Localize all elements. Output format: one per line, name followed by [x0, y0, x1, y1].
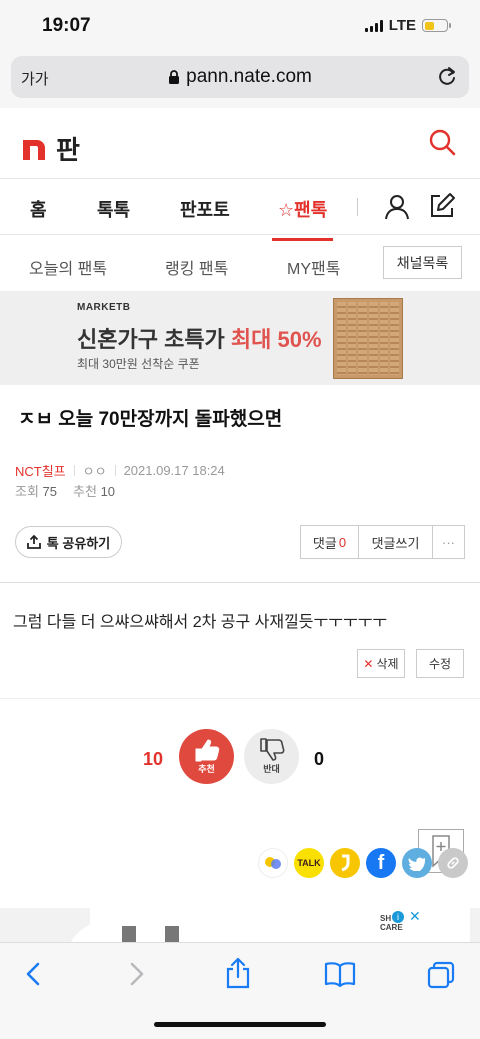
bottom-ad[interactable]: SH CARE i ✕	[0, 908, 480, 942]
nate-logo-icon	[23, 139, 45, 160]
divider	[0, 582, 480, 583]
x-icon: ✕	[363, 656, 374, 671]
search-icon[interactable]	[428, 128, 456, 156]
nav-panphoto[interactable]: 판포토	[180, 196, 230, 222]
browser-address-area: 가가 pann.nate.com	[0, 52, 480, 108]
kakaostory-share-icon[interactable]	[330, 848, 360, 878]
edit-button[interactable]: 수정	[416, 649, 464, 678]
comments-button[interactable]: 댓글 0	[301, 526, 359, 558]
post-title: ㅈㅂ 오늘 70만장까지 돌파했으면	[18, 409, 283, 430]
recommend-stat: 추천 10	[73, 484, 116, 499]
post-date: 2021.09.17 18:24	[123, 463, 225, 478]
write-icon[interactable]	[428, 192, 456, 220]
reload-icon[interactable]	[436, 65, 458, 87]
nav-home[interactable]: 홈	[30, 196, 47, 222]
back-icon[interactable]	[24, 961, 44, 987]
post-stats: 조회 75 추천 10	[15, 481, 115, 500]
url-text: pann.nate.com	[186, 66, 312, 87]
user-icon[interactable]	[384, 193, 410, 221]
meta-divider	[114, 465, 116, 476]
adchoices-icon[interactable]: i	[392, 911, 404, 923]
address-bar[interactable]: 가가 pann.nate.com	[11, 56, 469, 98]
delete-button[interactable]: ✕ 삭제	[357, 649, 405, 678]
logo-text: 판	[56, 135, 80, 165]
thumbs-up-icon	[195, 739, 219, 762]
link-share-icon[interactable]	[438, 848, 468, 878]
ad-close-icon[interactable]: ✕	[409, 908, 421, 925]
facebook-share-icon[interactable]: f	[366, 848, 396, 878]
thumbs-down-icon	[259, 738, 284, 761]
text-size-button[interactable]: 가가	[21, 68, 49, 89]
tabs-icon[interactable]	[426, 961, 456, 989]
url-display[interactable]: pann.nate.com	[168, 66, 312, 88]
comment-button-group: 댓글 0 댓글쓰기 ···	[300, 525, 465, 559]
downvote-button[interactable]: 반대	[244, 729, 299, 784]
home-indicator	[154, 1022, 326, 1027]
upvote-count: 10	[143, 749, 164, 769]
ad-headline: 신혼가구 초특가 최대 50%	[77, 322, 322, 354]
delete-label: 삭제	[376, 657, 399, 671]
channel-list-button[interactable]: 채널목록	[383, 246, 462, 279]
status-bar: 19:07 LTE	[0, 0, 480, 52]
post-writer[interactable]: NCT칠프	[15, 461, 66, 480]
downvote-label: 반대	[263, 764, 280, 774]
battery-icon	[422, 19, 451, 32]
writer-mark: ㅇㅇ	[82, 464, 107, 479]
views-stat: 조회 75	[15, 484, 58, 499]
site-logo[interactable]: 판	[22, 130, 80, 167]
ad-product-image	[122, 926, 136, 942]
status-right: LTE	[364, 17, 451, 34]
comments-count: 0	[338, 534, 347, 550]
upvote-button[interactable]: 추천	[179, 729, 234, 784]
ad-headline-accent: 최대 50%	[230, 327, 322, 352]
bookmarks-icon[interactable]	[324, 961, 356, 987]
forward-icon[interactable]	[126, 961, 146, 987]
kakaotalk-share-icon[interactable]: TALK	[294, 848, 324, 878]
divider	[0, 698, 480, 699]
subnav-ranking[interactable]: 랭킹 팬톡	[165, 255, 228, 279]
ad-product-image	[165, 926, 179, 942]
main-nav: 홈 톡톡 판포토 ☆팬톡	[0, 179, 480, 241]
nateon-share-icon[interactable]	[258, 848, 288, 878]
meta-divider	[73, 465, 75, 476]
status-time: 19:07	[42, 15, 91, 36]
lock-icon	[169, 69, 180, 84]
nav-divider	[357, 198, 358, 216]
share-icon	[26, 535, 41, 549]
ad-brand: MARKETB	[77, 302, 131, 313]
ad-subline: 최대 30만원 선착순 쿠폰	[77, 357, 200, 371]
nav-fantok[interactable]: ☆팬톡	[271, 196, 334, 241]
signal-icon	[364, 19, 383, 32]
site-header: 판	[0, 109, 480, 179]
ad-banner[interactable]: MARKETB 신혼가구 초특가 최대 50% 최대 30만원 선착순 쿠폰	[0, 292, 480, 385]
write-comment-button[interactable]: 댓글쓰기	[359, 526, 433, 558]
upvote-label: 추천	[198, 764, 215, 774]
share-button[interactable]: 톡 공유하기	[15, 526, 122, 558]
ad-cabinet-image	[333, 298, 403, 379]
network-label: LTE	[388, 17, 416, 34]
post-meta: NCT칠프 ㅇㅇ 2021.09.17 18:24	[15, 461, 225, 480]
post-body: 그럼 다들 더 으쌰으쌰해서 2차 공구 사재낄듯ㅜㅜㅜㅜㅜ	[13, 614, 388, 631]
ad-headline-main: 신혼가구 초특가	[77, 327, 231, 352]
twitter-share-icon[interactable]	[402, 848, 432, 878]
subnav-today[interactable]: 오늘의 팬톡	[29, 255, 107, 279]
share-label: 톡 공유하기	[46, 535, 111, 551]
more-button[interactable]: ···	[433, 526, 464, 558]
subnav-my[interactable]: MY팬톡	[287, 255, 340, 279]
downvote-count: 0	[314, 749, 325, 769]
kakaotalk-label: TALK	[297, 858, 321, 868]
sub-nav: 오늘의 팬톡 랭킹 팬톡 MY팬톡 채널목록	[0, 235, 480, 292]
share-sheet-icon[interactable]	[225, 957, 251, 989]
nav-toktok[interactable]: 톡톡	[97, 196, 130, 222]
